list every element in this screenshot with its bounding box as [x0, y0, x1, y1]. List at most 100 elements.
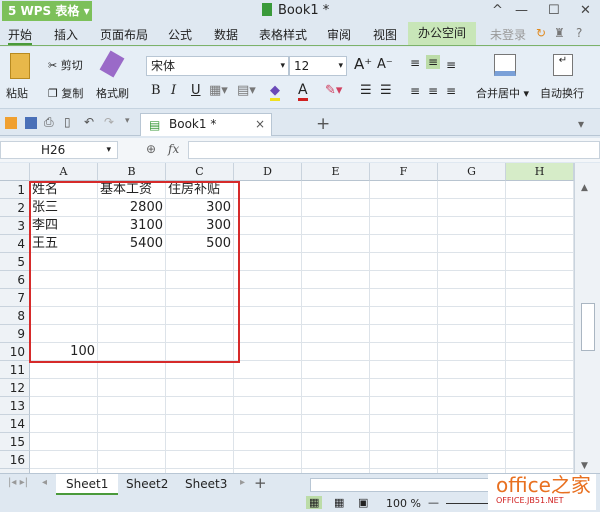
column-header-d[interactable]: D [234, 163, 302, 181]
align-right-icon[interactable]: ≡ [446, 84, 456, 98]
cell[interactable] [98, 361, 166, 379]
cell[interactable] [506, 199, 574, 217]
cell[interactable] [506, 451, 574, 469]
cell[interactable] [370, 361, 438, 379]
skin-icon[interactable]: ♜ [554, 26, 565, 40]
column-header-b[interactable]: B [98, 163, 166, 181]
row-header-9[interactable]: 9 [0, 325, 30, 343]
column-header-a[interactable]: A [30, 163, 98, 181]
format-painter-button[interactable]: 格式刷 [96, 85, 129, 101]
add-sheet-button[interactable]: + [254, 474, 267, 492]
cell[interactable] [234, 199, 302, 217]
scroll-down-arrow[interactable]: ▼ [581, 461, 588, 471]
cell[interactable] [438, 325, 506, 343]
vertical-scrollbar[interactable]: ▲ ▼ [574, 163, 600, 473]
chevron-down-icon[interactable]: ▾ [125, 116, 130, 126]
tab-view[interactable]: 视图 [373, 26, 397, 43]
cell[interactable] [30, 451, 98, 469]
align-left-icon[interactable]: ≡ [410, 84, 420, 98]
tab-review[interactable]: 审阅 [327, 26, 351, 43]
cell[interactable] [98, 433, 166, 451]
row-header-14[interactable]: 14 [0, 415, 30, 433]
refresh-icon[interactable]: ↻ [536, 26, 546, 40]
sheet-tab-sheet3[interactable]: Sheet3 [175, 474, 237, 495]
tab-data[interactable]: 数据 [214, 26, 238, 43]
cell[interactable] [438, 379, 506, 397]
indent-decrease-icon[interactable]: ☰ [360, 83, 372, 98]
cell[interactable] [98, 415, 166, 433]
cell[interactable] [234, 253, 302, 271]
cell[interactable] [506, 235, 574, 253]
sheet-tab-sheet2[interactable]: Sheet2 [116, 474, 178, 495]
cell[interactable] [438, 415, 506, 433]
cell[interactable] [234, 397, 302, 415]
cell[interactable] [438, 307, 506, 325]
row-header-6[interactable]: 6 [0, 271, 30, 289]
row-header-5[interactable]: 5 [0, 253, 30, 271]
decrease-font-button[interactable]: A⁻ [377, 57, 393, 72]
cell[interactable] [370, 217, 438, 235]
cell[interactable] [506, 343, 574, 361]
cell[interactable] [234, 217, 302, 235]
font-size-select[interactable]: 12 ▾ [289, 56, 347, 76]
scroll-up-arrow[interactable]: ▲ [581, 183, 588, 193]
cell[interactable] [166, 397, 234, 415]
row-header-16[interactable]: 16 [0, 451, 30, 469]
cell[interactable] [30, 397, 98, 415]
cell[interactable] [438, 397, 506, 415]
cell[interactable] [234, 415, 302, 433]
cell[interactable] [370, 199, 438, 217]
cell[interactable] [234, 379, 302, 397]
row-header-4[interactable]: 4 [0, 235, 30, 253]
cell[interactable] [370, 433, 438, 451]
merge-center-button[interactable]: 合并居中 ▾ [476, 85, 529, 101]
zoom-function-icon[interactable]: ⊕ [146, 142, 156, 156]
row-header-7[interactable]: 7 [0, 289, 30, 307]
close-button[interactable]: ✕ [580, 3, 591, 18]
cell[interactable] [234, 433, 302, 451]
cell[interactable] [302, 361, 370, 379]
cell[interactable] [506, 397, 574, 415]
cell[interactable] [438, 235, 506, 253]
row-header-8[interactable]: 8 [0, 307, 30, 325]
cell[interactable] [438, 217, 506, 235]
copy-button[interactable]: ❐ 复制 [48, 85, 83, 101]
row-header-11[interactable]: 11 [0, 361, 30, 379]
open-icon[interactable] [5, 117, 17, 129]
sheet-tab-sheet1[interactable]: Sheet1 [56, 474, 119, 495]
cell[interactable] [302, 289, 370, 307]
cell[interactable] [98, 451, 166, 469]
cell[interactable] [234, 307, 302, 325]
cell[interactable] [438, 433, 506, 451]
cell[interactable] [302, 199, 370, 217]
row-header-12[interactable]: 12 [0, 379, 30, 397]
cell[interactable] [234, 343, 302, 361]
cell[interactable] [438, 199, 506, 217]
tab-office-space[interactable]: 办公空间 [408, 22, 477, 45]
cell[interactable] [506, 361, 574, 379]
print-preview-icon[interactable]: ▯ [64, 115, 71, 129]
cell[interactable] [506, 253, 574, 271]
cell[interactable] [166, 379, 234, 397]
cell[interactable] [438, 253, 506, 271]
cell[interactable] [234, 289, 302, 307]
cut-button[interactable]: ✂ 剪切 [48, 57, 83, 73]
print-icon[interactable]: ⎙ [44, 115, 54, 130]
paste-icon[interactable] [10, 53, 30, 79]
cell[interactable] [370, 307, 438, 325]
close-tab-button[interactable]: × [255, 117, 265, 131]
wrap-text-button[interactable]: 自动换行 [540, 85, 584, 101]
bold-button[interactable]: B [151, 83, 161, 98]
minimize-button[interactable]: — [515, 3, 528, 18]
save-icon[interactable] [25, 117, 37, 129]
border-icon[interactable]: ▦▾ [209, 83, 228, 98]
indent-increase-icon[interactable]: ☰ [380, 83, 392, 98]
cell[interactable] [98, 379, 166, 397]
cell[interactable] [302, 379, 370, 397]
horizontal-scrollbar[interactable] [310, 478, 490, 492]
cell[interactable] [506, 379, 574, 397]
cell[interactable] [438, 289, 506, 307]
cell[interactable] [234, 451, 302, 469]
cell[interactable] [302, 235, 370, 253]
cell[interactable] [98, 397, 166, 415]
